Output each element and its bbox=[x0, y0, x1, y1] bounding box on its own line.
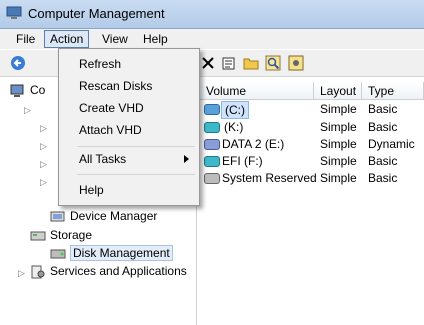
action-dropdown-menu: Refresh Rescan Disks Create VHD Attach V… bbox=[58, 48, 200, 206]
volume-type: Basic bbox=[368, 120, 398, 134]
volume-type: Basic bbox=[368, 154, 398, 168]
submenu-arrow-icon bbox=[184, 155, 189, 163]
tree-root[interactable]: Co bbox=[10, 81, 45, 99]
menu-item-all-tasks[interactable]: All Tasks bbox=[59, 149, 199, 169]
settings-icon[interactable] bbox=[288, 55, 304, 71]
volume-icon bbox=[204, 173, 220, 184]
tree-item-label: Services and Applications bbox=[50, 264, 187, 278]
menu-item-attach-vhd[interactable]: Attach VHD bbox=[59, 120, 199, 140]
menu-item-label: Rescan Disks bbox=[79, 79, 153, 93]
tree-item-label: Disk Management bbox=[70, 245, 173, 261]
column-header-volume[interactable]: Volume bbox=[200, 82, 314, 100]
menu-action[interactable]: Action bbox=[44, 30, 90, 48]
tree-item-device-manager[interactable]: Device Manager bbox=[50, 207, 157, 225]
volume-list: Volume Layout Type (C:) Simple Basic (K:… bbox=[200, 82, 424, 325]
expand-arrow-icon[interactable]: ▷ bbox=[40, 177, 47, 188]
delete-icon[interactable] bbox=[200, 55, 216, 71]
menu-item-create-vhd[interactable]: Create VHD bbox=[59, 98, 199, 118]
table-row[interactable]: System Reserved Simple Basic bbox=[200, 170, 424, 186]
menu-view[interactable]: View bbox=[97, 31, 133, 47]
app-icon bbox=[6, 6, 22, 19]
volume-layout: Simple bbox=[320, 102, 357, 116]
menu-item-label: Attach VHD bbox=[79, 123, 142, 137]
volume-layout: Simple bbox=[320, 137, 357, 151]
menu-item-rescan-disks[interactable]: Rescan Disks bbox=[59, 76, 199, 96]
expand-arrow-icon[interactable]: ▷ bbox=[24, 105, 31, 116]
menu-item-label: All Tasks bbox=[79, 152, 127, 166]
menu-help[interactable]: Help bbox=[138, 31, 173, 47]
table-row[interactable]: EFI (F:) Simple Basic bbox=[200, 153, 424, 169]
expand-arrow-icon[interactable]: ▷ bbox=[40, 141, 47, 152]
menu-separator bbox=[77, 174, 195, 175]
volume-type: Basic bbox=[368, 102, 398, 116]
volume-name: (C:) bbox=[221, 101, 249, 119]
menu-item-label: Help bbox=[79, 183, 104, 197]
volume-name: DATA 2 (E:) bbox=[222, 137, 285, 151]
title-bar: Computer Management bbox=[0, 0, 424, 29]
volume-layout: Simple bbox=[320, 171, 357, 185]
tree-item-services[interactable]: Services and Applications bbox=[30, 262, 187, 280]
volume-layout: Simple bbox=[320, 154, 357, 168]
table-row[interactable]: DATA 2 (E:) Simple Dynamic bbox=[200, 136, 424, 152]
expand-arrow-icon[interactable]: ▷ bbox=[40, 123, 47, 134]
back-arrow-icon[interactable] bbox=[10, 55, 26, 71]
expand-arrow-icon[interactable]: ▷ bbox=[40, 159, 47, 170]
column-header-layout[interactable]: Layout bbox=[314, 82, 362, 100]
volume-type: Dynamic bbox=[368, 137, 415, 151]
column-header-type[interactable]: Type bbox=[362, 82, 424, 100]
menu-item-help[interactable]: Help bbox=[59, 180, 199, 200]
storage-icon bbox=[30, 231, 46, 241]
menu-item-refresh[interactable]: Refresh bbox=[59, 54, 199, 74]
menu-separator bbox=[77, 146, 195, 147]
volume-name: System Reserved bbox=[222, 171, 317, 185]
volume-icon bbox=[204, 156, 220, 167]
volume-name: (K:) bbox=[224, 120, 244, 134]
menu-bar: File Action View Help bbox=[0, 29, 424, 49]
volume-name: EFI (F:) bbox=[222, 154, 263, 168]
tree-item-label: Storage bbox=[50, 228, 93, 242]
device-manager-icon bbox=[50, 211, 65, 222]
computer-icon bbox=[10, 84, 24, 97]
services-icon bbox=[31, 265, 45, 279]
disk-icon bbox=[50, 249, 66, 259]
volume-layout: Simple bbox=[320, 120, 357, 134]
menu-item-label: Refresh bbox=[79, 57, 122, 71]
table-row[interactable]: (K:) Simple Basic bbox=[200, 119, 424, 135]
volume-type: Basic bbox=[368, 171, 398, 185]
properties-icon[interactable] bbox=[221, 55, 237, 71]
tree-item-label: Device Manager bbox=[70, 209, 158, 223]
tree-item-storage[interactable]: Storage bbox=[30, 226, 92, 244]
window-title: Computer Management bbox=[28, 6, 165, 21]
menu-item-label: Create VHD bbox=[79, 101, 144, 115]
volume-icon bbox=[204, 104, 220, 115]
table-row[interactable]: (C:) Simple Basic bbox=[200, 101, 424, 119]
menu-file[interactable]: File bbox=[11, 31, 40, 47]
expand-arrow-icon[interactable]: ▷ bbox=[18, 268, 25, 279]
tree-root-label: Co bbox=[30, 83, 46, 97]
magnifier-icon[interactable] bbox=[265, 55, 281, 71]
volume-icon bbox=[204, 139, 220, 150]
open-folder-icon[interactable] bbox=[243, 55, 259, 71]
volume-icon bbox=[204, 122, 220, 133]
tree-item-disk-management[interactable]: Disk Management bbox=[50, 244, 173, 262]
